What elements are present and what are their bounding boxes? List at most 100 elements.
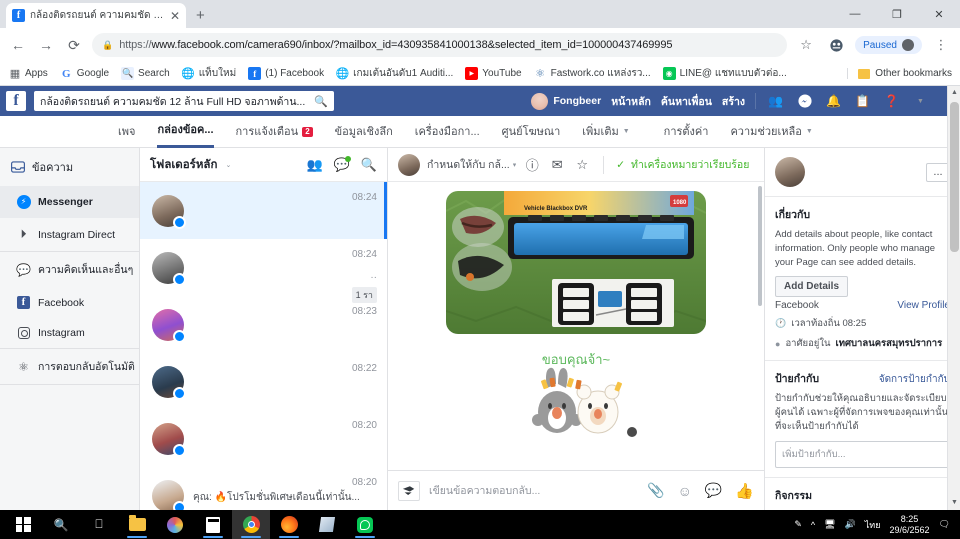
attachment-icon[interactable]: 📎 xyxy=(647,482,664,499)
clock[interactable]: 8:25 29/6/2562 xyxy=(890,514,930,535)
page-insights-icon[interactable]: 📋 xyxy=(853,92,872,111)
notes-button[interactable] xyxy=(308,510,346,539)
mark-done-button[interactable]: ✓ ทำเครื่องหมายว่าเรียบร้อย xyxy=(616,156,749,173)
address-bar[interactable]: 🔒 https://www.facebook.com/camera690/inb… xyxy=(92,33,788,57)
account-profile-link[interactable]: Fongbeer xyxy=(531,92,601,110)
profile-status-pill[interactable]: Paused xyxy=(855,36,922,54)
page-scrollbar[interactable]: ▲ ▼ xyxy=(947,86,960,510)
notifications-icon[interactable]: 🔔 xyxy=(824,92,843,111)
conversation-row[interactable]: 08:23 xyxy=(140,296,387,353)
task-view-button[interactable]: ⎕ xyxy=(80,510,118,539)
network-icon[interactable]: 🖥 xyxy=(824,519,835,530)
browser-tab[interactable]: f กล้องติดรถยนต์ ความคมชัด 12 ล้าน F ✕ xyxy=(6,3,186,28)
alert-icon[interactable]: ⓘ xyxy=(523,156,541,174)
search-icon[interactable]: 🔍 xyxy=(361,157,377,173)
scroll-up-arrow-icon[interactable]: ▲ xyxy=(948,86,960,100)
sidebar-item-instagram-direct[interactable]: ⏵ Instagram Direct xyxy=(0,218,139,251)
forward-icon[interactable]: → xyxy=(36,35,56,55)
bookmark-apps[interactable]: ▦ Apps xyxy=(8,67,48,80)
sidebar-item-messenger[interactable]: Messenger xyxy=(0,186,139,218)
conversation-row[interactable]: 08:24 ·· 1 รา xyxy=(140,239,387,303)
facebook-logo-icon[interactable]: f xyxy=(6,91,26,111)
magnifier-icon[interactable]: 🔍 xyxy=(314,95,328,108)
bookmark-star-icon[interactable]: ☆ xyxy=(795,34,817,56)
sidebar-item-instagram[interactable]: Instagram xyxy=(0,318,139,348)
tab-page[interactable]: เพจ xyxy=(118,116,135,148)
help-icon[interactable]: ❓ xyxy=(882,92,901,111)
line-button[interactable] xyxy=(346,510,384,539)
new-tab-button[interactable]: + xyxy=(196,7,205,24)
tab-help[interactable]: ความช่วยเหลือ ▼ xyxy=(730,116,812,148)
close-window-button[interactable]: ✕ xyxy=(918,0,960,28)
conversation-row[interactable]: 08:20 xyxy=(140,410,387,467)
saved-reply-icon[interactable] xyxy=(398,480,420,501)
bookmark-facebook[interactable]: f (1) Facebook xyxy=(248,67,324,80)
browser-menu-icon[interactable]: ⋮ xyxy=(930,34,952,56)
other-bookmarks-button[interactable]: Other bookmarks xyxy=(847,68,952,79)
extension-icon[interactable] xyxy=(825,34,847,56)
add-label-input[interactable]: เพิ่มป้ายกำกับ... xyxy=(775,440,950,468)
minimize-button[interactable]: — xyxy=(834,0,876,28)
emoji-icon[interactable]: ☺ xyxy=(678,483,692,499)
tab-insights[interactable]: ข้อมูลเชิงลึก xyxy=(335,116,393,148)
bookmark-google[interactable]: G Google xyxy=(60,67,109,80)
close-tab-icon[interactable]: ✕ xyxy=(170,10,180,22)
conversation-row[interactable]: คุณ: 🔥โปรโมชั่นพิเศษเดือนนี้เท่านั้น... … xyxy=(140,467,387,510)
calculator-button[interactable] xyxy=(194,510,232,539)
back-icon[interactable]: ← xyxy=(8,35,28,55)
bookmark-youtube[interactable]: ▶ YouTube xyxy=(465,67,522,80)
paint-button[interactable] xyxy=(156,510,194,539)
tab-inbox[interactable]: กล่องข้อค... xyxy=(157,116,214,148)
add-details-button[interactable]: Add Details xyxy=(775,276,849,298)
sticker-icon[interactable]: 💬 xyxy=(705,482,722,499)
conversation-row[interactable]: 08:22 xyxy=(140,353,387,410)
mail-icon[interactable]: ✉ xyxy=(548,156,566,174)
file-explorer-button[interactable] xyxy=(118,510,156,539)
sidebar-item-facebook[interactable]: f Facebook xyxy=(0,287,139,318)
start-button[interactable] xyxy=(4,510,42,539)
star-icon[interactable]: ☆ xyxy=(573,156,591,174)
conversation-row[interactable]: 08:24 xyxy=(140,182,387,239)
bookmark-fastwork[interactable]: ⚛ Fastwork.co แหล่งรว... xyxy=(534,66,651,81)
sidebar-item-comments[interactable]: 💬 ความคิดเห็นและอื่นๆ xyxy=(0,252,139,287)
nav-home-link[interactable]: หน้าหลัก xyxy=(611,93,651,110)
action-center-icon[interactable]: 🗨 xyxy=(939,519,950,530)
account-menu-icon[interactable]: ▼ xyxy=(911,92,930,111)
search-button[interactable]: 🔍 xyxy=(42,510,80,539)
language-indicator[interactable]: ไทย xyxy=(865,518,881,532)
tab-settings[interactable]: การตั้งค่า xyxy=(664,116,709,148)
like-icon[interactable]: 👍 xyxy=(735,482,754,500)
tab-ad-center[interactable]: ศูนย์โฆษณา xyxy=(502,116,561,148)
bookmark-audition[interactable]: 🌐 เกมเต้นอันดับ1 Auditi... xyxy=(336,66,453,81)
chat-status-icon[interactable]: 💬 xyxy=(334,155,351,173)
firefox-button[interactable] xyxy=(270,510,308,539)
chevron-up-icon[interactable]: ^ xyxy=(811,520,815,530)
chrome-button[interactable] xyxy=(232,510,270,539)
scroll-down-arrow-icon[interactable]: ▼ xyxy=(948,496,960,510)
bookmark-newtab[interactable]: 🌐 แท็บใหม่ xyxy=(182,66,236,81)
nav-create-link[interactable]: สร้าง xyxy=(722,93,745,110)
message-scrollbar[interactable] xyxy=(758,186,762,306)
scrollbar-thumb[interactable] xyxy=(950,102,959,252)
facebook-search-input[interactable]: กล้องติดรถยนต์ ความคมชัด 12 ล้าน Full HD… xyxy=(34,91,334,111)
tab-notifications[interactable]: การแจ้งเตือน 2 xyxy=(236,116,313,148)
sidebar-item-automated-responses[interactable]: ⚛ การตอบกลับอัตโนมัติ xyxy=(0,349,139,384)
chevron-down-icon[interactable]: ⌄ xyxy=(225,161,231,169)
reply-input[interactable]: เขียนข้อความตอบกลับ... xyxy=(429,482,638,499)
message-list[interactable]: Vehicle Blackbox DVR 1080 ขอบคุณจ้า~ xyxy=(388,182,764,470)
manage-labels-link[interactable]: จัดการป้ายกำกับ xyxy=(879,372,950,387)
bookmark-search[interactable]: 🔍 Search xyxy=(121,67,170,80)
message-sticker[interactable]: ขอบคุณจ้า~ xyxy=(514,346,639,439)
volume-icon[interactable]: 🔊 xyxy=(845,519,856,530)
view-profile-link[interactable]: View Profile xyxy=(897,300,950,311)
people-icon[interactable]: 👥 xyxy=(306,157,322,173)
friend-requests-icon[interactable]: 👥 xyxy=(766,92,785,111)
tab-more[interactable]: เพิ่มเติม ▼ xyxy=(582,116,629,148)
reload-icon[interactable]: ⟳ xyxy=(64,35,84,55)
nav-find-friends-link[interactable]: ค้นหาเพื่อน xyxy=(661,93,712,110)
assign-dropdown[interactable]: กำหนดให้กับ กล้... ▾ xyxy=(427,156,516,173)
message-image-attachment[interactable]: Vehicle Blackbox DVR 1080 xyxy=(446,191,706,334)
bookmark-line[interactable]: ◉ LINE@ แชทแบบตัวต่อ... xyxy=(662,66,787,81)
maximize-button[interactable]: ❐ xyxy=(876,0,918,28)
messenger-icon[interactable] xyxy=(795,92,814,111)
